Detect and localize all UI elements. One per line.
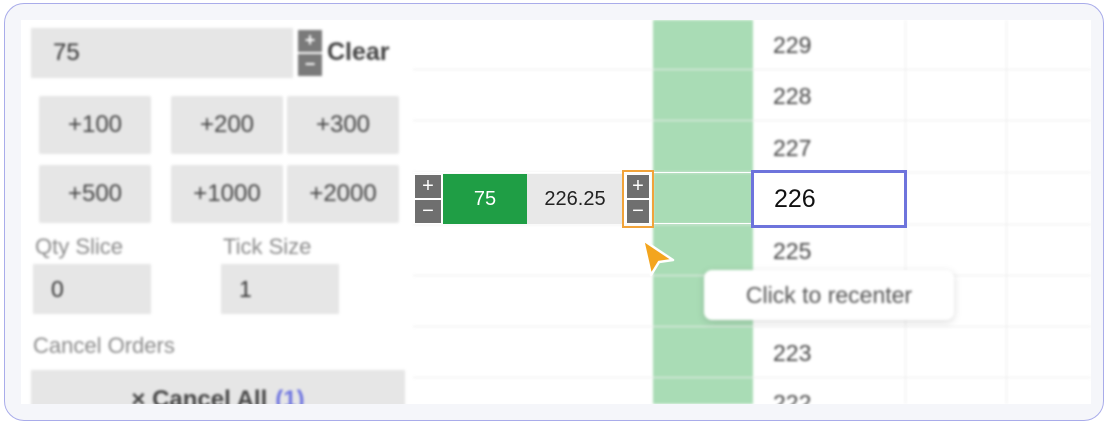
quantity-stepper[interactable]: + −	[298, 30, 322, 76]
preset-button[interactable]: +2000	[287, 165, 399, 223]
order-price-increment[interactable]: +	[627, 175, 649, 198]
clear-button[interactable]: Clear	[327, 38, 390, 67]
preset-button[interactable]: +100	[39, 96, 151, 154]
cancel-orders-label: Cancel Orders	[33, 333, 175, 358]
preset-button[interactable]: +500	[39, 165, 151, 223]
row-divider	[413, 377, 1091, 378]
order-qty-increment[interactable]: +	[415, 175, 441, 198]
order-price-stepper[interactable]: + −	[622, 170, 654, 228]
quantity-decrement-button[interactable]: −	[298, 54, 322, 76]
row-divider	[413, 120, 1091, 121]
column-divider	[1006, 20, 1007, 404]
trading-ladder: 75 + − Clear +100 +200 +300 +500 +1000 +…	[21, 20, 1091, 404]
row-divider	[413, 69, 1091, 70]
quantity-input[interactable]: 75	[31, 28, 293, 78]
price-level[interactable]: 228	[773, 83, 811, 110]
cancel-all-count: (1)	[275, 386, 305, 404]
row-divider	[413, 326, 1091, 327]
highlighted-price-level[interactable]: 226	[751, 170, 907, 228]
quantity-increment-button[interactable]: +	[298, 30, 322, 52]
price-level[interactable]: 223	[773, 340, 811, 367]
preset-button[interactable]: +200	[171, 96, 283, 154]
app-frame: 75 + − Clear +100 +200 +300 +500 +1000 +…	[4, 3, 1104, 421]
pointer-cursor-icon	[641, 238, 675, 277]
qty-slice-input[interactable]: 0	[33, 264, 151, 314]
order-price: 226.25	[527, 174, 623, 224]
cancel-all-button[interactable]: × Cancel All (1)	[31, 370, 405, 404]
price-level[interactable]: 225	[773, 238, 811, 265]
price-level[interactable]: 229	[773, 32, 811, 59]
price-level[interactable]: 222	[773, 390, 811, 404]
order-qty-stepper[interactable]: + −	[415, 175, 441, 223]
order-qty-decrement[interactable]: −	[415, 200, 441, 223]
cancel-all-label: × Cancel All	[131, 386, 268, 404]
qty-slice-label: Qty Slice	[35, 234, 124, 259]
order-price-decrement[interactable]: −	[627, 200, 649, 223]
tick-size-label: Tick Size	[223, 234, 312, 259]
order-quantity[interactable]: 75	[443, 174, 527, 224]
preset-button[interactable]: +1000	[171, 165, 283, 223]
recenter-tooltip: Click to recenter	[704, 270, 954, 320]
price-level[interactable]: 227	[773, 135, 811, 162]
tick-size-input[interactable]: 1	[221, 264, 339, 314]
preset-button[interactable]: +300	[287, 96, 399, 154]
